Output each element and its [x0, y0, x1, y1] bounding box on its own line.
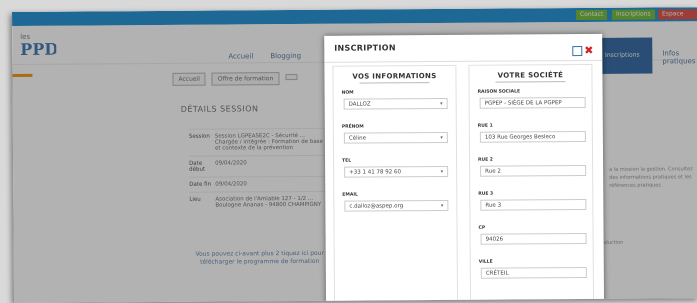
square-icon[interactable] [572, 45, 583, 56]
chevron-down-icon: ▾ [440, 168, 444, 176]
email-value: c.dalloz@aspep.org [349, 203, 404, 210]
nom-field[interactable]: DALLOZ ▾ [343, 97, 448, 110]
email-label: EMAIL [342, 192, 358, 198]
ville-field[interactable]: CRÉTEIL [480, 266, 587, 279]
company-panel: VOTRE SOCIÉTÉ RAISON SOCIALE PGPEP - SIÈ… [468, 63, 595, 303]
tel-label: TEL [342, 158, 352, 164]
nom-label: NOM [341, 90, 354, 96]
rue3-field[interactable]: Rue 3 [480, 198, 587, 211]
rue2-label: RUE 2 [478, 157, 493, 163]
chevron-down-icon: ▾ [440, 202, 444, 210]
cp-label: CP [478, 225, 486, 231]
modal-controls: ✖ [572, 40, 594, 59]
your-info-title: VOS INFORMATIONS [333, 72, 455, 84]
rue3-label: RUE 3 [478, 191, 494, 197]
your-info-panel: VOS INFORMATIONS NOM DALLOZ ▾ PRÉNOM Céli… [332, 64, 459, 303]
tel-field[interactable]: +33 1 41 78 92 60 ▾ [344, 165, 449, 178]
cp-field[interactable]: 94026 [480, 232, 587, 245]
raison-sociale-field[interactable]: PGPEP - SIÈGE DE LA PGPEP [479, 96, 586, 109]
screenshot-page: Contact Inscriptions Espace cients les P… [12, 7, 697, 303]
tel-value: +33 1 41 78 92 60 [349, 169, 401, 176]
ville-label: VILLE [478, 259, 493, 265]
prenom-field[interactable]: Céline ▾ [343, 131, 448, 144]
rue1-label: RUE 1 [477, 123, 493, 129]
nom-value: DALLOZ [348, 101, 371, 108]
email-field[interactable]: c.dalloz@aspep.org ▾ [344, 199, 449, 212]
inscription-modal: INSCRIPTION ✖ VOS INFORMATIONS NOM DALLO… [324, 33, 605, 303]
rue1-field[interactable]: 103 Rue Georges Besleco [479, 130, 586, 143]
close-icon[interactable]: ✖ [584, 43, 593, 56]
company-title: VOTRE SOCIÉTÉ [469, 71, 591, 83]
chevron-down-icon: ▾ [440, 100, 443, 108]
chevron-down-icon: ▾ [440, 134, 443, 142]
modal-divider [324, 59, 603, 63]
rue2-field[interactable]: Rue 2 [480, 164, 587, 177]
raison-sociale-label: RAISON SOCIALE [477, 89, 521, 95]
modal-title: INSCRIPTION [334, 43, 396, 53]
prenom-label: PRÉNOM [341, 124, 364, 130]
prenom-value: Céline [348, 135, 367, 142]
